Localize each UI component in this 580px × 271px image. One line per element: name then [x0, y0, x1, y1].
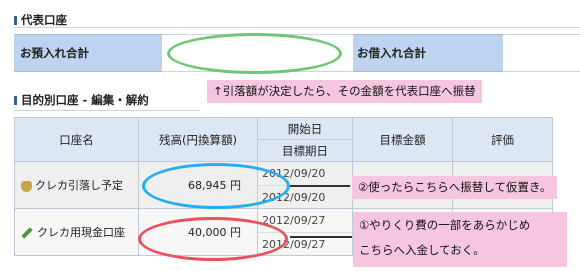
divider: [14, 110, 200, 111]
account-name[interactable]: クレカ用現金口座: [37, 226, 125, 239]
account-name-cell[interactable]: クレカ用現金口座: [14, 208, 139, 256]
header-balance: 残高(円換算額): [138, 117, 258, 162]
section-title-text: 代表口座: [21, 13, 67, 27]
account-name-cell[interactable]: クレカ引落し予定: [14, 161, 139, 209]
annotation-transfer-note: ↑引落額が決定したら、その金額を代表口座へ振替: [207, 80, 482, 103]
blue-highlight-ellipse: [142, 163, 290, 209]
annotation-deposit-note: ①やりくり費の一部をあらかじめ こちらへ入金しておく。: [353, 212, 567, 267]
header-start-date: 開始日: [257, 117, 353, 140]
annotation-deposit-line1: ①やりくり費の一部をあらかじめ: [359, 218, 531, 232]
loan-total-value: [503, 34, 580, 72]
divider: [14, 27, 580, 28]
header-target-amount: 目標金額: [352, 117, 453, 162]
section-title-purpose-accounts[interactable]: 目的別口座 - 編集・解約: [14, 92, 149, 108]
annotation-move-note: ②使ったらこちらへ振替して仮置き。: [352, 176, 558, 199]
red-highlight-ellipse: [138, 217, 288, 261]
section-icon: [14, 95, 17, 105]
deposit-total-label: お預入れ合計: [14, 34, 162, 72]
loan-total-label: お借入れ合計: [353, 34, 503, 72]
section-title-primary-account: 代表口座: [14, 12, 67, 28]
connector-line: [290, 236, 352, 238]
header-rating: 評価: [452, 117, 553, 162]
pencil-icon: [21, 227, 33, 239]
money-bag-icon: [21, 180, 32, 192]
annotation-deposit-line2: こちらへ入金しておく。: [359, 243, 485, 257]
account-name[interactable]: クレカ引落し予定: [35, 179, 123, 192]
header-account-name: 口座名: [14, 117, 139, 162]
section-icon: [14, 15, 17, 25]
green-highlight-ellipse: [167, 33, 342, 74]
section-title-text[interactable]: 目的別口座 - 編集・解約: [21, 92, 149, 108]
connector-line: [290, 185, 350, 187]
header-target-date: 目標期日: [257, 139, 353, 162]
